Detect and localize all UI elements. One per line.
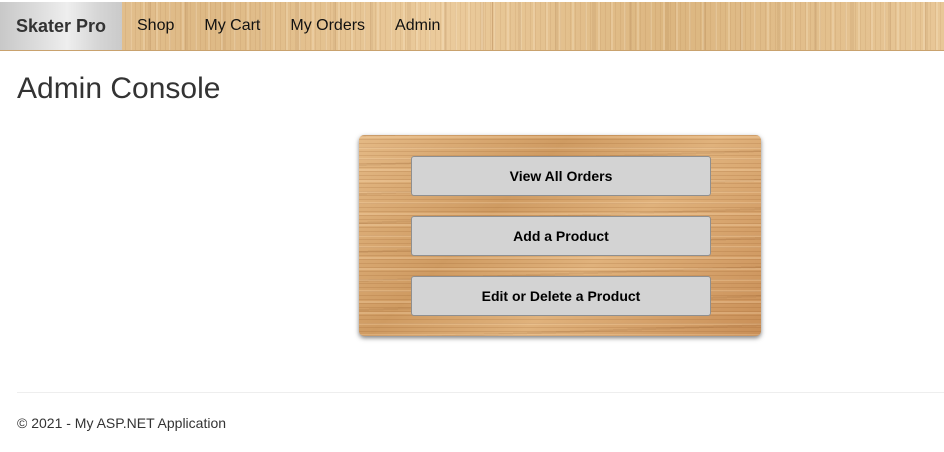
edit-delete-product-button[interactable]: Edit or Delete a Product — [411, 276, 711, 316]
view-all-orders-button[interactable]: View All Orders — [411, 156, 711, 196]
nav-link-shop[interactable]: Shop — [137, 17, 174, 35]
brand-link[interactable]: Skater Pro — [0, 2, 122, 50]
navbar-texture-seam — [492, 2, 493, 50]
nav-link-admin[interactable]: Admin — [395, 17, 440, 35]
footer-copyright: © 2021 - My ASP.NET Application — [17, 415, 227, 431]
footer-divider — [17, 392, 944, 393]
nav-menu: Shop My Cart My Orders Admin — [122, 2, 440, 50]
page-title: Admin Console — [17, 72, 221, 105]
nav-link-my-orders[interactable]: My Orders — [290, 17, 365, 35]
top-navbar: Skater Pro Shop My Cart My Orders Admin — [0, 2, 944, 51]
admin-actions-panel: View All Orders Add a Product Edit or De… — [359, 135, 761, 336]
add-product-button[interactable]: Add a Product — [411, 216, 711, 256]
nav-link-my-cart[interactable]: My Cart — [204, 17, 260, 35]
